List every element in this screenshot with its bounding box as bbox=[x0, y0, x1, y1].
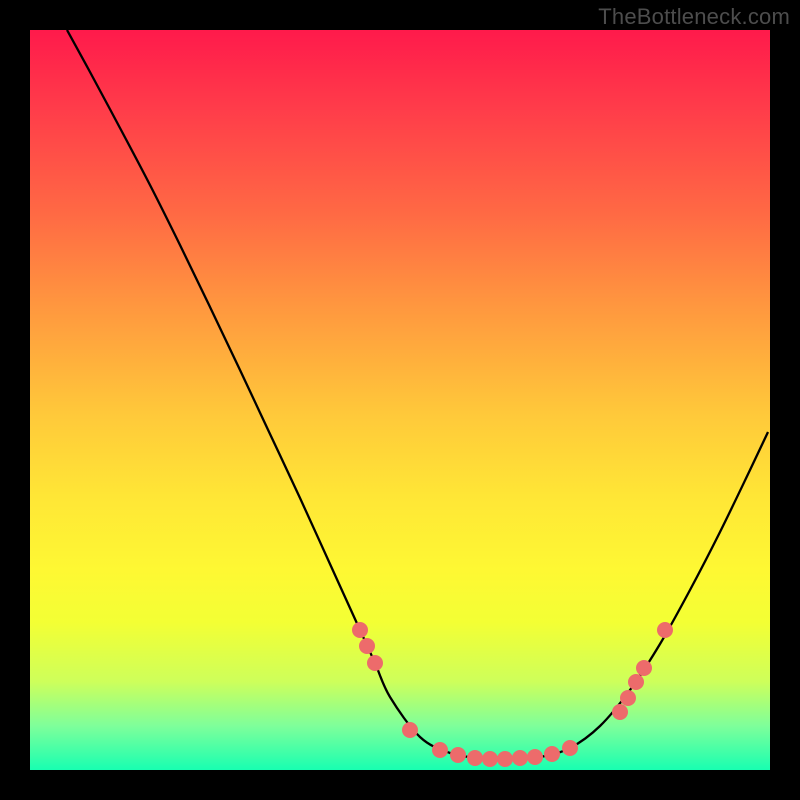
highlight-dot bbox=[544, 746, 560, 762]
highlight-dot bbox=[612, 704, 628, 720]
highlight-dot bbox=[432, 742, 448, 758]
highlight-dot bbox=[657, 622, 673, 638]
chart-frame bbox=[30, 30, 770, 770]
highlight-dot bbox=[628, 674, 644, 690]
highlight-dot bbox=[512, 750, 528, 766]
highlight-dot bbox=[636, 660, 652, 676]
highlight-dot bbox=[620, 690, 636, 706]
highlight-dot bbox=[562, 740, 578, 756]
highlight-dots-group bbox=[352, 622, 673, 767]
highlight-dot bbox=[527, 749, 543, 765]
highlight-dot bbox=[467, 750, 483, 766]
highlight-dot bbox=[359, 638, 375, 654]
highlight-dot bbox=[402, 722, 418, 738]
watermark-text: TheBottleneck.com bbox=[598, 4, 790, 30]
highlight-dot bbox=[367, 655, 383, 671]
highlight-dot bbox=[450, 747, 466, 763]
highlight-dot bbox=[352, 622, 368, 638]
highlight-dot bbox=[497, 751, 513, 767]
bottleneck-curve bbox=[67, 30, 768, 759]
highlight-dot bbox=[482, 751, 498, 767]
chart-svg bbox=[30, 30, 770, 770]
